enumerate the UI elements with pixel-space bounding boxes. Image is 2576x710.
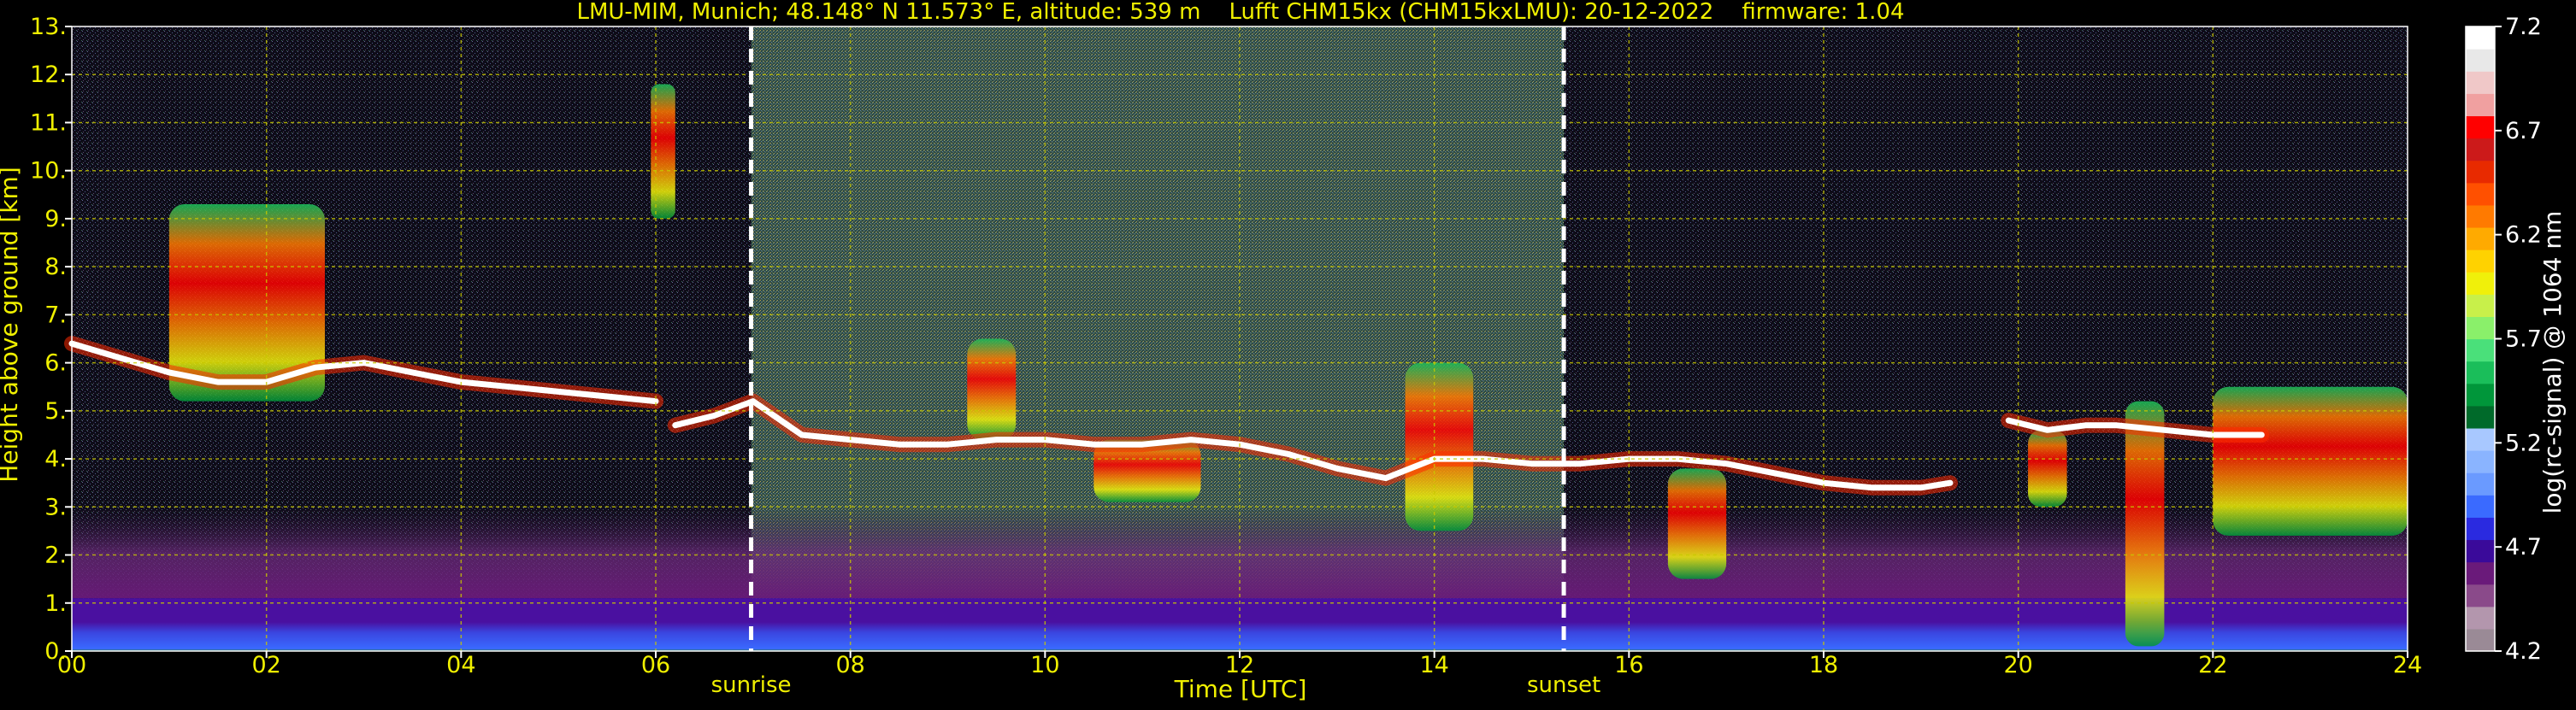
y-tick-label: 10. (30, 158, 67, 185)
y-tick-label: 7. (44, 302, 67, 328)
plot-area (64, 26, 2408, 651)
colorbar-segment (2466, 338, 2495, 362)
colorbar-segment (2466, 517, 2495, 541)
cloud-patch (1405, 362, 1474, 531)
colorbar-segment (2466, 160, 2495, 184)
event-label-sunrise: sunrise (711, 672, 792, 698)
x-tick-label: 20 (2003, 652, 2032, 678)
cloud-patch (2213, 386, 2408, 537)
y-tick-label: 4. (44, 446, 67, 472)
cloud-patch (651, 84, 675, 219)
y-tick-label: 11. (30, 109, 67, 136)
colorbar-segment (2466, 606, 2495, 630)
x-tick-label: 22 (2198, 652, 2227, 678)
colorbar-segment (2466, 249, 2495, 273)
x-tick-label: 16 (1614, 652, 1643, 678)
colorbar-tick-label: 5.2 (2505, 430, 2542, 456)
colorbar-label: log(rc-signal) @ 1064 nm (2538, 211, 2567, 514)
y-tick-label: 5. (44, 398, 67, 425)
y-tick-label: 12. (30, 62, 67, 88)
cloud-patch (2028, 430, 2067, 508)
colorbar-segment (2466, 427, 2495, 451)
x-tick-label: 10 (1030, 652, 1059, 678)
y-tick-label: 2. (44, 543, 67, 569)
colorbar-segment (2466, 294, 2495, 317)
lidar-ceilometer-chart: sunrise sunset 00 02 04 06 08 10 12 14 16 18 20 22 24… (0, 0, 2576, 706)
colorbar-segment (2466, 93, 2495, 117)
colorbar-segment (2466, 226, 2495, 250)
colorbar-tick-label: 4.2 (2505, 638, 2542, 665)
cloud-patch (967, 338, 1017, 440)
y-tick-label: 9. (44, 206, 67, 232)
cloud-patch (2125, 401, 2165, 647)
colorbar-tick-label: 4.7 (2505, 534, 2542, 560)
colorbar-tick-label: 7.2 (2505, 14, 2542, 40)
colorbar-segment (2466, 26, 2495, 50)
colorbar-segment (2466, 539, 2495, 563)
colorbar-tick-label: 6.2 (2505, 222, 2542, 249)
y-tick-label: 0. (44, 638, 67, 665)
x-tick-label: 06 (641, 652, 670, 678)
colorbar-segment (2466, 495, 2495, 518)
colorbar-segment (2466, 138, 2495, 161)
x-axis-label: Time [UTC] (1174, 675, 1307, 703)
colorbar-tick-label: 5.7 (2505, 326, 2542, 353)
colorbar-segment (2466, 115, 2495, 139)
colorbar-segment (2466, 316, 2495, 340)
x-tick-label: 08 (835, 652, 864, 678)
colorbar-segment (2466, 584, 2495, 607)
colorbar-segment (2466, 204, 2495, 228)
chart-title: LMU-MIM, Munich; 48.148° N 11.573° E, al… (576, 0, 1904, 25)
colorbar-segment (2466, 405, 2495, 429)
colorbar-segment (2466, 628, 2495, 652)
y-tick-label: 6. (44, 350, 67, 377)
colorbar-segment (2466, 361, 2495, 384)
colorbar-segment (2466, 71, 2495, 94)
x-tick-label: 24 (2393, 652, 2422, 678)
colorbar-segment (2466, 450, 2495, 473)
y-tick-label: 8. (44, 254, 67, 280)
y-tick-label: 3. (44, 494, 67, 520)
chart-svg: sunrise sunset 00 02 04 06 08 10 12 14 16 18 20 22 24… (0, 0, 2567, 703)
colorbar-segment (2466, 383, 2495, 407)
colorbar-segment (2466, 561, 2495, 585)
x-tick-label: 18 (1809, 652, 1838, 678)
x-tick-label: 04 (446, 652, 475, 678)
y-axis-label: Height above ground [km] (0, 167, 23, 483)
y-tick-label: 1. (44, 590, 67, 617)
x-tick-label: 02 (251, 652, 280, 678)
colorbar-tick-label: 6.7 (2505, 118, 2542, 144)
colorbar-segment (2466, 182, 2495, 206)
colorbar-segment (2466, 472, 2495, 496)
cloud-patch (1667, 468, 1727, 579)
x-tick-label: 14 (1419, 652, 1448, 678)
colorbar-segment (2466, 272, 2495, 295)
y-tick-label: 13. (30, 14, 67, 40)
colorbar: 4.2 4.7 5.2 5.7 6.2 6.7 7.2 (2465, 14, 2542, 665)
event-label-sunset: sunset (1527, 672, 1600, 698)
colorbar-segment (2466, 49, 2495, 72)
